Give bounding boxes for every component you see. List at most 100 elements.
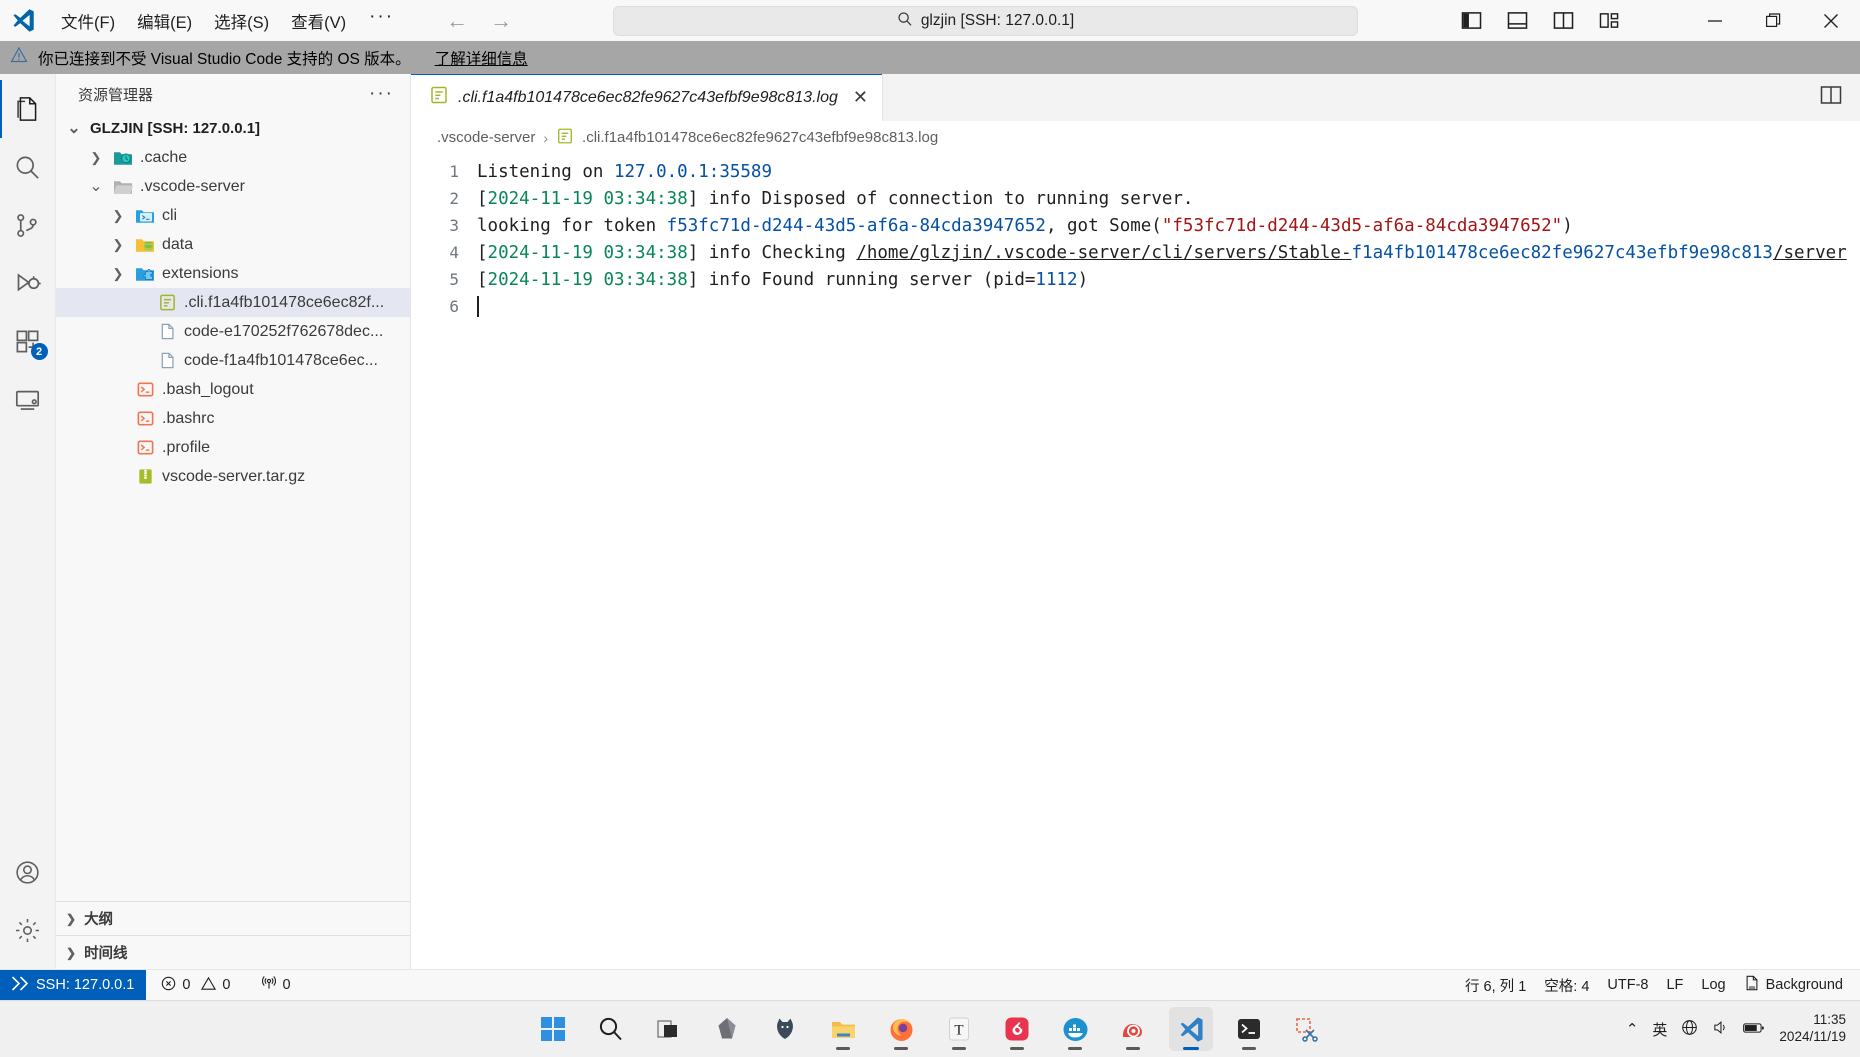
activity-accounts[interactable] — [0, 843, 56, 901]
code-line[interactable]: 6 — [411, 293, 1860, 320]
breadcrumb-folder[interactable]: .vscode-server — [437, 129, 535, 146]
taskbar-vscode[interactable] — [1169, 1007, 1213, 1051]
tree-folder-item[interactable]: ❯ cli — [56, 201, 410, 230]
tree-file-item[interactable]: ❯.bashrc — [56, 404, 410, 433]
status-cursor-position[interactable]: 行 6, 列 1 — [1456, 970, 1535, 1001]
status-background-tasks[interactable]: Background — [1735, 970, 1852, 1001]
minimize-button[interactable] — [1686, 0, 1744, 41]
globe-icon[interactable] — [1681, 1019, 1698, 1039]
activity-remote-explorer[interactable] — [0, 370, 56, 428]
code-line[interactable]: 4 [2024-11-19 03:34:38] info Checking /ho… — [411, 239, 1860, 266]
chevron-right-icon[interactable]: ❯ — [108, 237, 128, 253]
tree-file-item[interactable]: ❯code-f1a4fb101478ce6ec... — [56, 346, 410, 375]
sidebar-section-outline[interactable]: ❯ 大纲 — [56, 901, 410, 935]
status-language-mode[interactable]: Log — [1692, 970, 1734, 1001]
arrow-left-icon[interactable]: ← — [446, 9, 468, 32]
taskbar-start-button[interactable] — [531, 1007, 575, 1051]
taskbar-snail-browser[interactable] — [1111, 1007, 1155, 1051]
volume-icon[interactable] — [1712, 1019, 1729, 1039]
toggle-secondary-sidebar-icon[interactable] — [1550, 8, 1576, 34]
chevron-right-icon[interactable]: ❯ — [86, 150, 106, 166]
taskbar-cat-app[interactable] — [763, 1007, 807, 1051]
chevron-down-icon[interactable]: ⌄ — [64, 121, 84, 136]
tree-folder-item[interactable]: ❯ data — [56, 230, 410, 259]
code-token: looking for token — [477, 215, 667, 236]
taskbar-terminal[interactable] — [1227, 1007, 1271, 1051]
sidebar-section-timeline[interactable]: ❯ 时间线 — [56, 935, 410, 969]
editor-tab-label: .cli.f1a4fb101478ce6ec82fe9627c43efbf9e9… — [458, 88, 838, 106]
taskbar-firefox[interactable] — [879, 1007, 923, 1051]
tree-folder-item[interactable]: ❯ extensions — [56, 259, 410, 288]
code-line[interactable]: 2 [2024-11-19 03:34:38] info Disposed of … — [411, 185, 1860, 212]
menu-view[interactable]: 查看(V) — [280, 5, 357, 37]
split-editor-icon[interactable] — [1820, 85, 1842, 110]
activity-search[interactable] — [0, 138, 56, 196]
code-line[interactable]: 3 looking for token f53fc71d-d244-43d5-af… — [411, 212, 1860, 239]
menu-selection[interactable]: 选择(S) — [203, 5, 280, 37]
code-editor[interactable]: 1 Listening on 127.0.0.1:35589 2 [2024-11-1… — [411, 154, 1860, 969]
chevron-up-icon[interactable]: ⌃ — [1626, 1020, 1639, 1038]
taskbar-clock[interactable]: 11:35 2024/11/19 — [1779, 1012, 1846, 1046]
taskbar-typora[interactable]: T — [937, 1007, 981, 1051]
chevron-right-icon[interactable]: ❯ — [108, 266, 128, 282]
status-bar: SSH: 127.0.0.1 0 0 0 行 6, 列 1 空格: 4 UTF-… — [0, 969, 1860, 1001]
close-button[interactable] — [1802, 0, 1860, 41]
taskbar-task-view[interactable] — [647, 1007, 691, 1051]
activity-extensions[interactable]: 2 — [0, 312, 56, 370]
folder-data-icon — [134, 235, 156, 255]
code-line[interactable]: 5 [2024-11-19 03:34:38] info Found runnin… — [411, 266, 1860, 293]
file-icon — [156, 322, 178, 342]
tree-folder-item[interactable]: ⌄ .vscode-server — [56, 172, 410, 201]
chevron-right-icon[interactable]: ❯ — [108, 208, 128, 224]
banner-learn-more-link[interactable]: 了解详细信息 — [435, 47, 528, 69]
breadcrumb-file[interactable]: .cli.f1a4fb101478ce6ec82fe9627c43efbf9e9… — [582, 129, 938, 146]
menu-edit[interactable]: 编辑(E) — [126, 5, 203, 37]
status-indentation[interactable]: 空格: 4 — [1535, 970, 1598, 1001]
taskbar-running-indicator — [1010, 1047, 1024, 1050]
taskbar-netease-music[interactable] — [995, 1007, 1039, 1051]
taskbar-file-explorer[interactable] — [821, 1007, 865, 1051]
chevron-down-icon[interactable]: ⌄ — [86, 179, 106, 194]
taskbar-obsidian[interactable] — [705, 1007, 749, 1051]
code-token[interactable]: /server — [1773, 243, 1847, 263]
toggle-panel-icon[interactable] — [1504, 8, 1530, 34]
status-eol[interactable]: LF — [1657, 970, 1692, 1001]
editor-tab[interactable]: .cli.f1a4fb101478ce6ec82fe9627c43efbf9e9… — [411, 74, 883, 121]
menu-more-button[interactable]: ··· — [357, 6, 406, 36]
activity-run-debug[interactable] — [0, 254, 56, 312]
tree-folder-item[interactable]: ❯ .cache — [56, 143, 410, 172]
tree-file-item[interactable]: ❯.bash_logout — [56, 375, 410, 404]
code-line[interactable]: 1 Listening on 127.0.0.1:35589 — [411, 158, 1860, 185]
taskbar-snipping-tool[interactable] — [1285, 1007, 1329, 1051]
status-remote-indicator[interactable]: SSH: 127.0.0.1 — [0, 969, 147, 1001]
activity-source-control[interactable] — [0, 196, 56, 254]
tree-file-item[interactable]: ❯code-e170252f762678dec... — [56, 317, 410, 346]
tree-file-item[interactable]: ❯vscode-server.tar.gz — [56, 462, 410, 491]
activity-manage-gear-icon[interactable] — [0, 901, 56, 959]
status-ports[interactable]: 0 — [252, 970, 300, 1001]
breadcrumb-separator: › — [543, 129, 549, 146]
close-icon[interactable]: ✕ — [853, 87, 868, 108]
taskbar-search[interactable] — [589, 1007, 633, 1051]
activity-explorer[interactable] — [0, 80, 56, 138]
menu-file[interactable]: 文件(F) — [50, 5, 126, 37]
archive-file-icon — [134, 467, 156, 487]
arrow-right-icon[interactable]: → — [490, 9, 512, 32]
explorer-more-actions-button[interactable]: ··· — [369, 83, 394, 105]
code-token: Listening on — [477, 161, 614, 182]
restore-button[interactable] — [1744, 0, 1802, 41]
command-center-input[interactable]: glzjin [SSH: 127.0.0.1] — [613, 5, 1358, 36]
tree-item-label: .bash_logout — [162, 380, 254, 398]
status-encoding[interactable]: UTF-8 — [1598, 970, 1657, 1001]
customize-layout-icon[interactable] — [1596, 8, 1622, 34]
ime-indicator[interactable]: 英 — [1652, 1019, 1667, 1040]
tree-file-item[interactable]: ❯.cli.f1a4fb101478ce6ec82f... — [56, 288, 410, 317]
tree-file-item[interactable]: ❯.profile — [56, 433, 410, 462]
code-token[interactable]: /home/glzjin/.vscode-server/cli/servers/… — [856, 243, 1351, 263]
taskbar-docker[interactable] — [1053, 1007, 1097, 1051]
tree-root-item[interactable]: ⌄ GLZJIN [SSH: 127.0.0.1] — [56, 114, 410, 143]
battery-icon[interactable] — [1743, 1021, 1765, 1038]
toggle-primary-sidebar-icon[interactable] — [1458, 8, 1484, 34]
code-line-text — [477, 296, 479, 317]
status-problems[interactable]: 0 0 — [152, 970, 239, 1001]
